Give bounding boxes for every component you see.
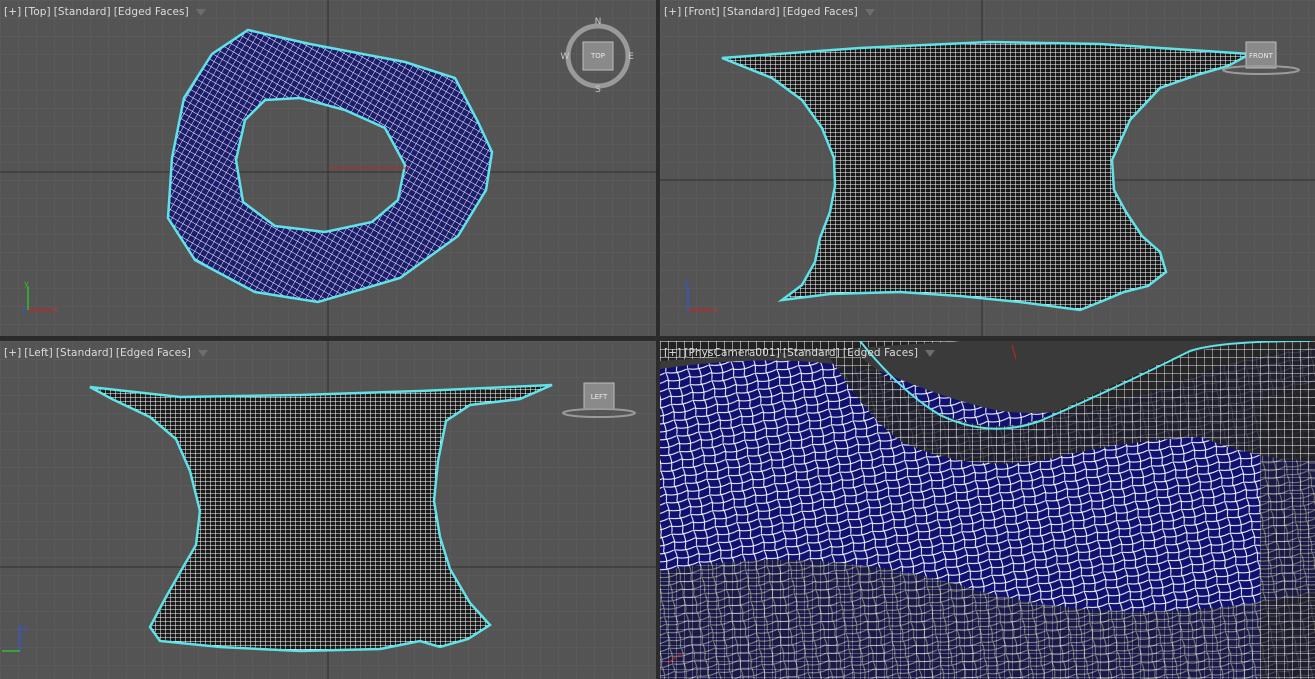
front-axis-x-label: x — [713, 305, 718, 314]
viewport-camera-view-menu[interactable]: [PhysCamera001] — [684, 347, 780, 359]
viewport-top-shading-menu[interactable]: [Standard] — [54, 6, 111, 18]
viewport-front-shading-menu[interactable]: [Standard] — [723, 6, 780, 18]
camera-scene[interactable] — [660, 341, 1315, 679]
viewport-front-mode-menu[interactable]: [Edged Faces] — [783, 6, 858, 18]
front-scene[interactable]: x z FRONT — [660, 0, 1315, 336]
viewport-camera-label: [+] [PhysCamera001] [Standard] [Edged Faces… — [664, 347, 936, 359]
left-scene[interactable]: z LEFT — [0, 341, 656, 679]
viewport-front-view-menu[interactable]: [Front] — [684, 6, 719, 18]
viewport-top-plus-menu[interactable]: [+] — [4, 6, 21, 18]
viewport-front-label: [+] [Front] [Standard] [Edged Faces] — [664, 6, 875, 18]
viewport-camera-shading-menu[interactable]: [Standard] — [783, 347, 840, 359]
viewport-camera-mode-menu[interactable]: [Edged Faces] — [843, 347, 918, 359]
filter-icon[interactable] — [925, 349, 936, 357]
viewport-top[interactable]: x y z TOP N S E W [+] [Top] [Standard] [Edg… — [0, 0, 656, 336]
viewport-top-view-menu[interactable]: [Top] — [24, 6, 50, 18]
axis-x-label: x — [53, 305, 58, 314]
viewport-front-plus-menu[interactable]: [+] — [664, 6, 681, 18]
filter-icon[interactable] — [197, 349, 208, 357]
filter-icon[interactable] — [864, 8, 875, 16]
viewport-left-plus-menu[interactable]: [+] — [4, 347, 21, 359]
viewport-left-mode-menu[interactable]: [Edged Faces] — [116, 347, 191, 359]
compass-s: S — [595, 85, 601, 95]
viewport-left[interactable]: z LEFT [+] [Left] [Standard] [Edged Faces] — [0, 341, 656, 679]
viewcube-top-label: TOP — [590, 52, 605, 60]
top-scene[interactable]: x y z TOP N S E W — [0, 0, 656, 336]
viewport-left-shading-menu[interactable]: [Standard] — [56, 347, 113, 359]
viewport-left-view-menu[interactable]: [Left] — [24, 347, 53, 359]
compass-w: W — [561, 52, 570, 62]
viewport-camera-plus-menu[interactable]: [+] — [664, 347, 681, 359]
viewcube-left-label: LEFT — [591, 393, 608, 401]
viewport-left-label: [+] [Left] [Standard] [Edged Faces] — [4, 347, 208, 359]
front-axis-z-label: z — [684, 279, 688, 288]
left-axis-z-label: z — [23, 624, 27, 633]
viewport-camera[interactable]: [+] [PhysCamera001] [Standard] [Edged Faces… — [660, 341, 1315, 679]
viewport-front[interactable]: x z FRONT [+] [Front] [Standard] [Edged Fac… — [660, 0, 1315, 336]
viewport-top-label: [+] [Top] [Standard] [Edged Faces] — [4, 6, 206, 18]
filter-icon[interactable] — [195, 8, 206, 16]
viewport-top-mode-menu[interactable]: [Edged Faces] — [114, 6, 189, 18]
axis-z-label: z — [22, 306, 26, 315]
viewcube-front-label: FRONT — [1249, 52, 1274, 60]
axis-y-label: y — [24, 279, 29, 288]
compass-e: E — [628, 52, 634, 62]
compass-n: N — [595, 17, 602, 27]
